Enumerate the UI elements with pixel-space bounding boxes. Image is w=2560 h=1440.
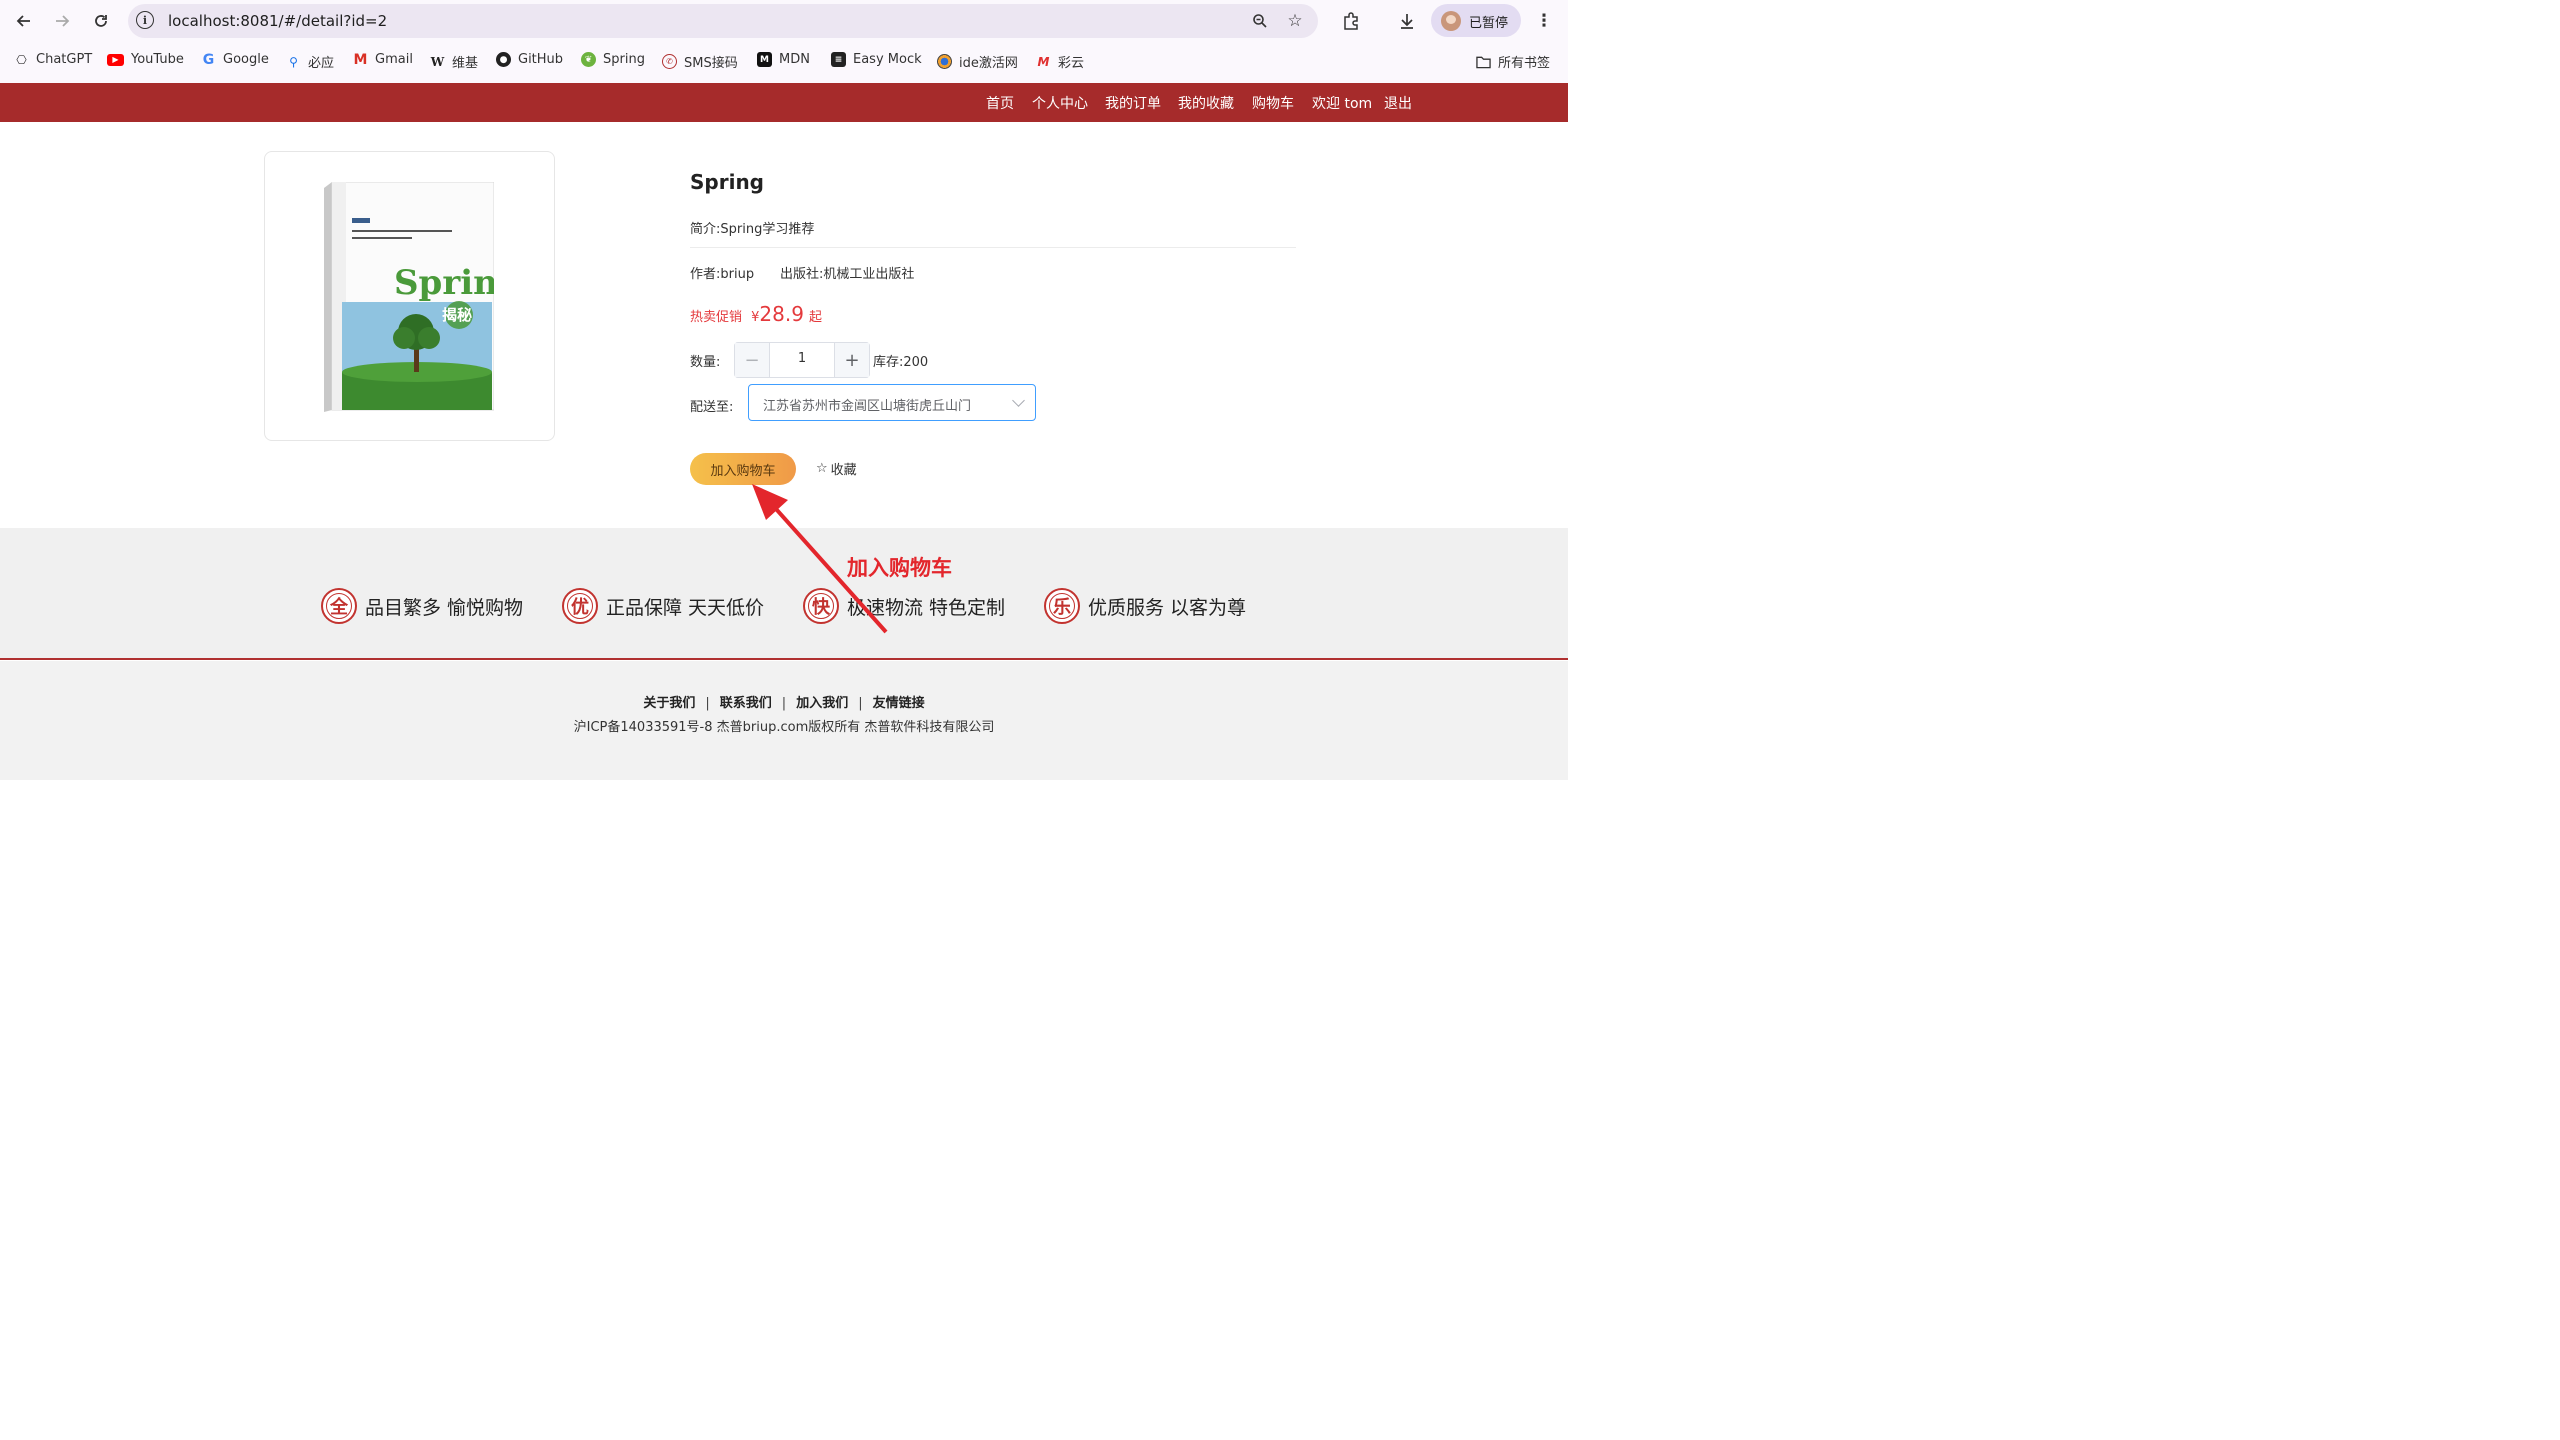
annotation-arrow (752, 484, 888, 634)
annotation-label: 加入购物车 (847, 556, 952, 580)
